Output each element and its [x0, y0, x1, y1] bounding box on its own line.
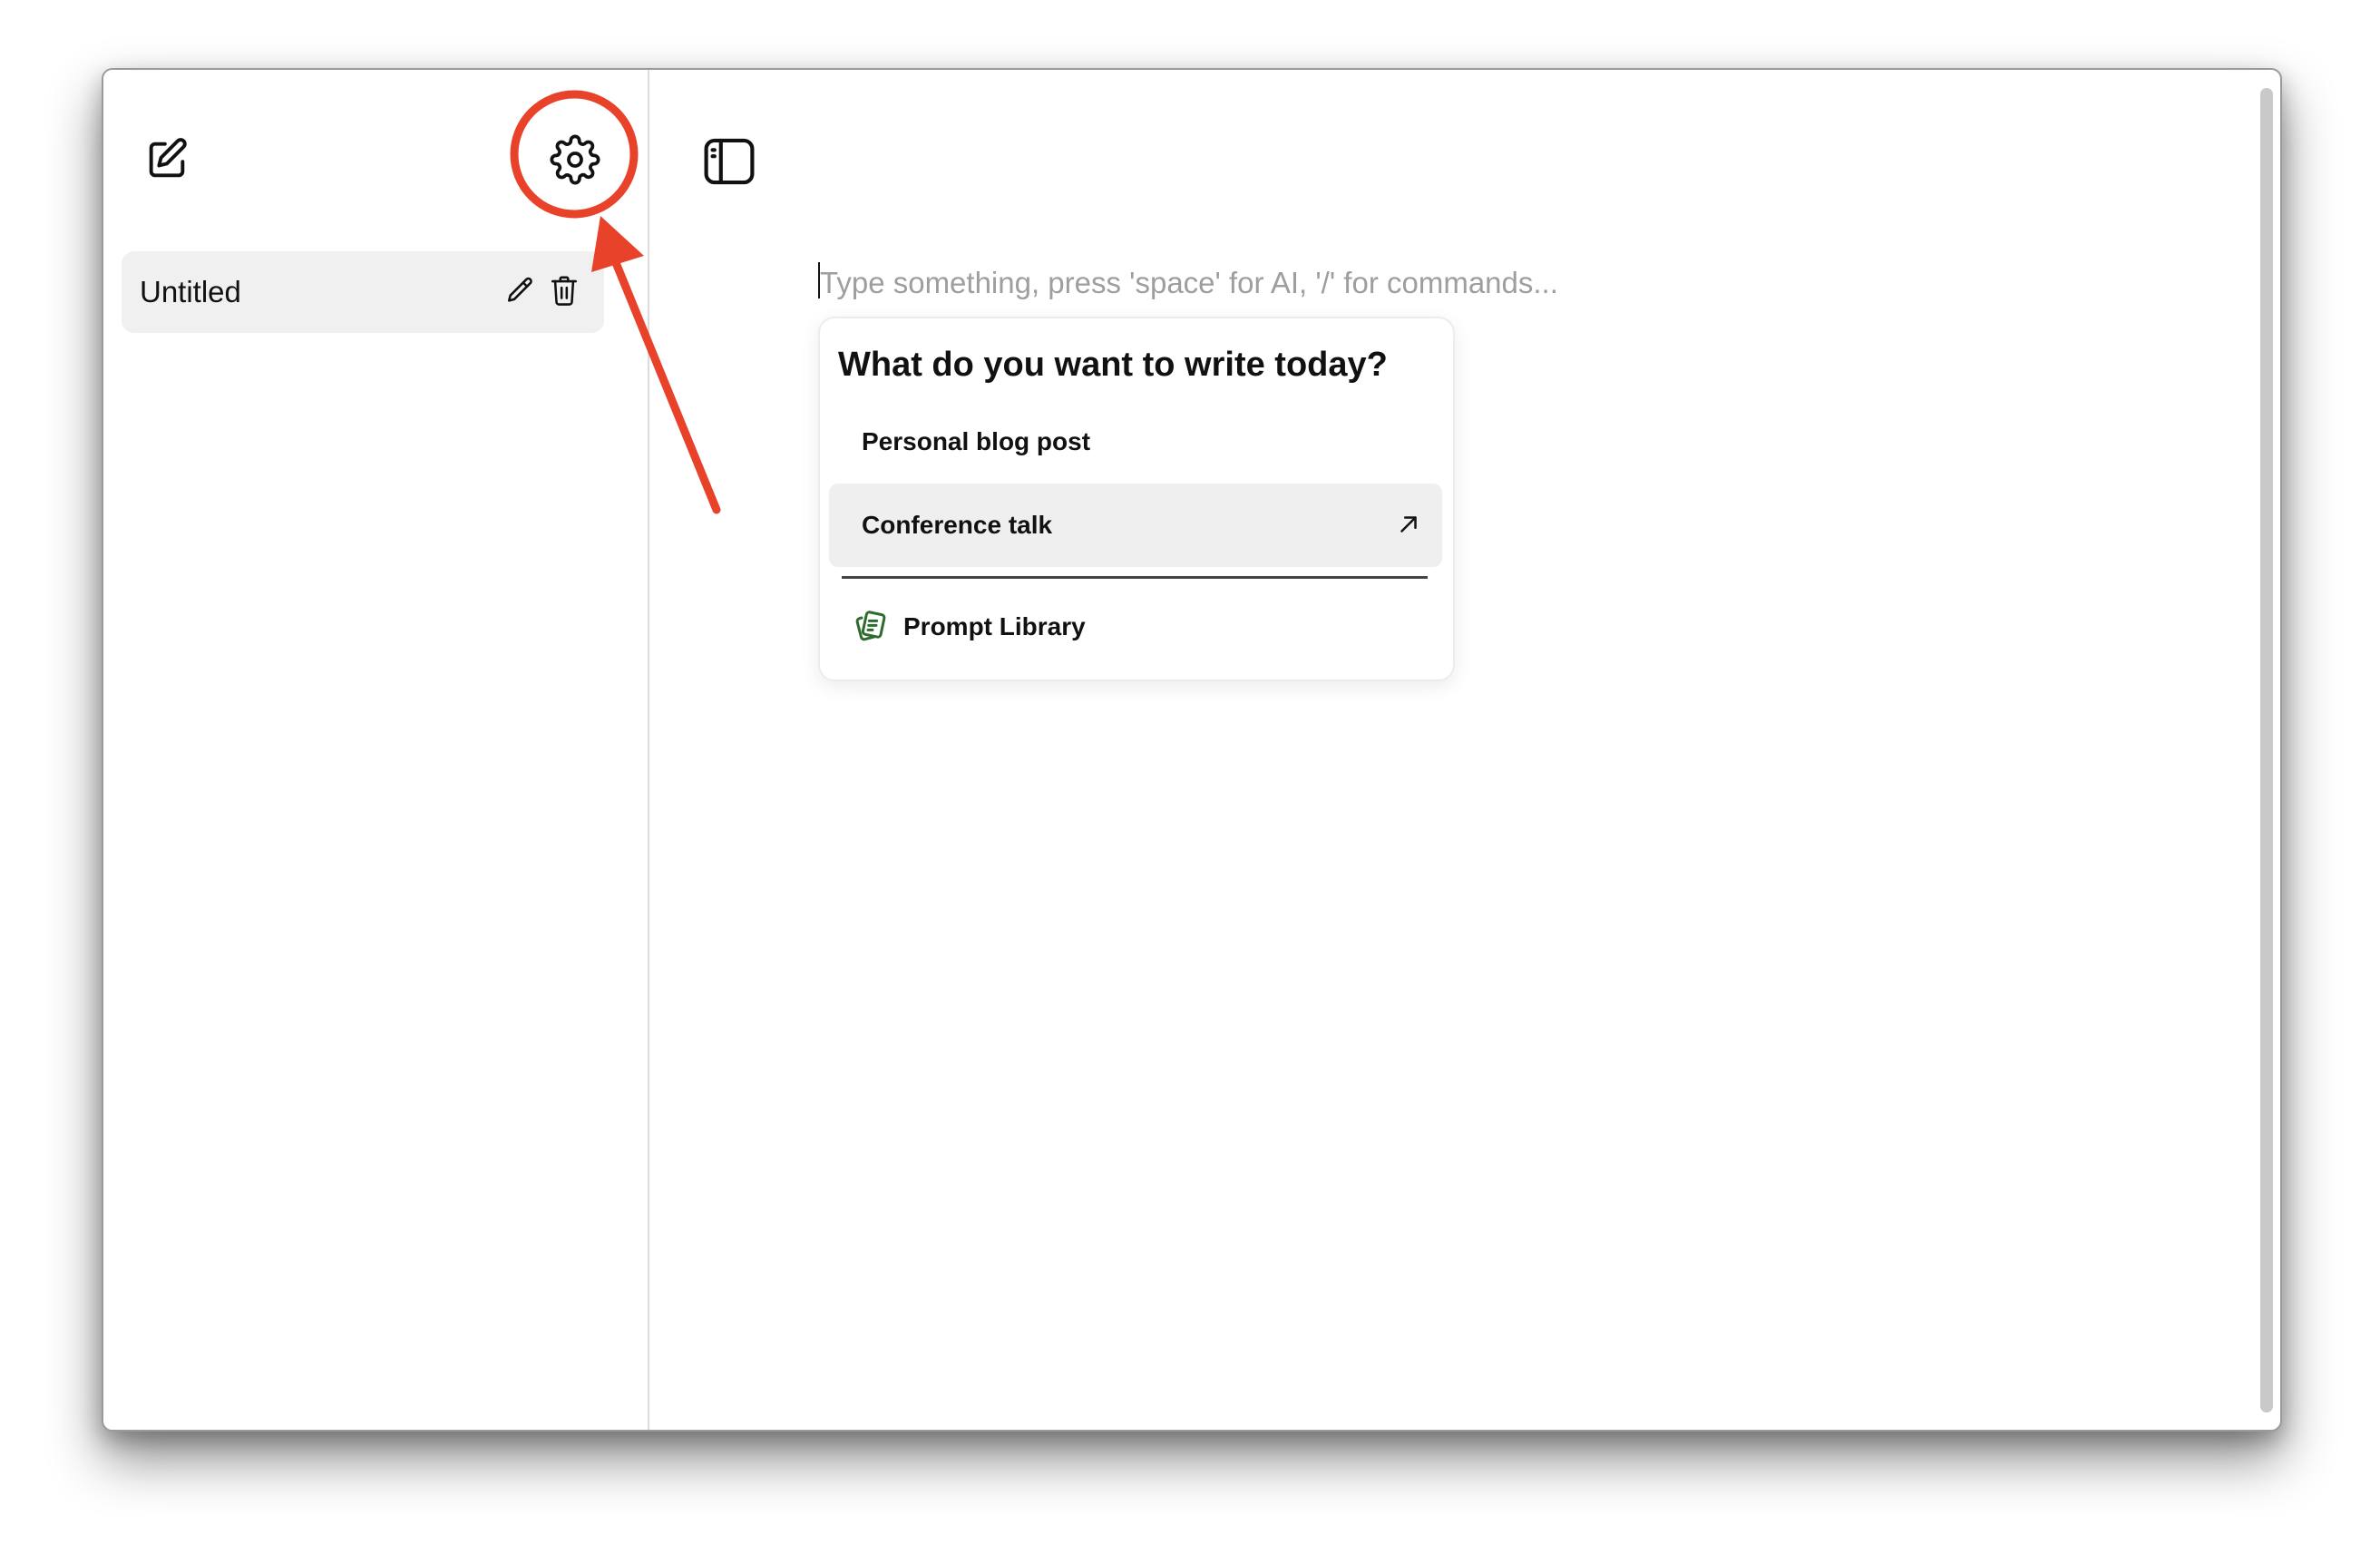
- trash-icon: [551, 276, 578, 306]
- prompt-library-button[interactable]: Prompt Library: [829, 592, 1442, 665]
- compose-icon: [149, 138, 187, 178]
- sidebar-toggle-icon: [704, 138, 755, 185]
- gear-icon: [550, 134, 600, 185]
- suggestion-label: Conference talk: [862, 511, 1053, 539]
- pencil-icon: [507, 277, 532, 302]
- prompt-library-label: Prompt Library: [903, 612, 1086, 640]
- new-note-button[interactable]: [136, 129, 198, 191]
- arrow-up-right-icon: [1400, 516, 1417, 533]
- vertical-scrollbar[interactable]: [2260, 88, 2273, 1412]
- sidebar: Untitled: [103, 70, 649, 1430]
- writing-suggestions-popup: What do you want to write today? Persona…: [818, 317, 1455, 681]
- suggestion-personal-blog-post[interactable]: Personal blog post: [829, 400, 1442, 484]
- prompt-library-icon: [855, 611, 886, 641]
- editor-placeholder: Type something, press 'space' for AI, '/…: [820, 266, 1558, 299]
- suggestion-conference-talk[interactable]: Conference talk: [829, 484, 1442, 567]
- popup-heading: What do you want to write today?: [838, 346, 1388, 384]
- delete-note-button[interactable]: [544, 269, 584, 312]
- editor-input[interactable]: Type something, press 'space' for AI, '/…: [818, 259, 1907, 306]
- editor-pane: Type something, press 'space' for AI, '/…: [649, 70, 2280, 1430]
- app-window: Untitled Type something, press 'space' f…: [102, 68, 2282, 1432]
- toggle-sidebar-button[interactable]: [697, 129, 762, 194]
- rename-note-button[interactable]: [501, 270, 541, 310]
- suggestion-label: Personal blog post: [862, 427, 1091, 455]
- note-title: Untitled: [140, 275, 241, 308]
- popup-divider: [842, 576, 1428, 579]
- note-list-item[interactable]: Untitled: [122, 251, 604, 333]
- settings-button[interactable]: [544, 129, 606, 191]
